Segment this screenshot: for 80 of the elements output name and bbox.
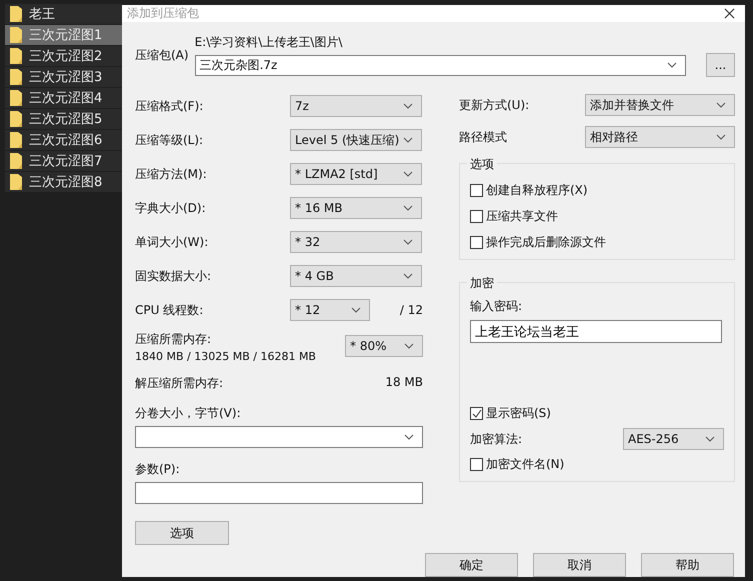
dropdown[interactable]: * 12 [290, 299, 370, 321]
dialog-button[interactable]: 确定 [425, 553, 518, 577]
file-item[interactable]: 三次元涩图3 [5, 67, 122, 87]
file-item[interactable]: 三次元涩图4 [5, 88, 122, 108]
folder-icon [9, 131, 23, 149]
chevron-down-icon [403, 273, 413, 279]
field-label: 分卷大小，字节(V): [135, 405, 242, 422]
checkbox[interactable]: 操作完成后删除源文件 [470, 234, 724, 251]
parameters-field[interactable] [135, 482, 423, 504]
field-label: 路径模式 [459, 128, 507, 146]
folder-icon [9, 5, 23, 23]
folder-icon [9, 110, 23, 128]
browse-button[interactable]: ... [706, 53, 735, 77]
folder-icon [9, 173, 23, 191]
folder-icon [9, 26, 23, 44]
chevron-down-icon [716, 134, 726, 140]
memory-usage: 1840 MB / 13025 MB / 16281 MB [135, 350, 316, 363]
chevron-down-icon [666, 62, 677, 68]
password-field[interactable]: 上老王论坛当老王 [470, 320, 722, 343]
dialog-button[interactable]: 取消 [533, 553, 626, 577]
archive-name-combo[interactable]: 三次元杂图.7z [194, 54, 686, 76]
dropdown[interactable]: 添加并替换文件 [585, 94, 735, 116]
field-label: 固实数据大小: [135, 268, 212, 284]
dropdown[interactable]: 7z [290, 95, 422, 117]
archive-path: E:\学习资料\上传老王\图片\ [194, 34, 344, 51]
field-label: 压缩包(A) [135, 47, 189, 64]
dialog-button[interactable]: 帮助 [641, 553, 734, 577]
dropdown[interactable]: * 16 MB [290, 197, 422, 219]
window-title: 添加到压缩包 [127, 5, 199, 22]
field-label: CPU 线程数: [135, 302, 204, 318]
close-icon[interactable] [724, 8, 735, 19]
memory-value: 18 MB [385, 375, 423, 391]
folder-icon [9, 68, 23, 86]
dropdown[interactable]: Level 5 (快速压缩) [290, 129, 422, 151]
field-label: 输入密码: [470, 298, 524, 315]
chevron-down-icon [705, 436, 715, 442]
dropdown[interactable]: * 32 [290, 231, 422, 253]
chevron-down-icon [404, 343, 414, 349]
field-label: 压缩等级(L): [135, 132, 204, 148]
dropdown[interactable]: * 4 GB [290, 265, 422, 287]
checkbox[interactable]: 显示密码(S) [470, 405, 724, 422]
file-item[interactable]: 三次元涩图7 [5, 151, 122, 171]
check-icon [472, 408, 482, 418]
file-item[interactable]: 三次元涩图1 [5, 25, 122, 45]
options-button[interactable]: 选项 [135, 521, 229, 545]
folder-icon [9, 89, 23, 107]
chevron-down-icon [351, 307, 361, 313]
folder-icon [9, 152, 23, 170]
field-label: 压缩方法(M): [135, 166, 208, 182]
field-label: 解压缩所需内存: [135, 375, 224, 392]
volume-size-combo[interactable] [135, 426, 423, 448]
file-item[interactable]: 三次元涩图5 [5, 109, 122, 129]
checkbox[interactable]: 压缩共享文件 [470, 208, 724, 225]
chevron-down-icon [403, 171, 413, 177]
folder-icon [9, 47, 23, 65]
chevron-down-icon [403, 239, 413, 245]
checkbox[interactable]: 创建自释放程序(X) [470, 182, 724, 199]
file-item[interactable]: 三次元涩图8 [5, 172, 122, 192]
thread-max: / 12 [400, 303, 423, 317]
chevron-down-icon [403, 205, 413, 211]
file-item[interactable]: 老王 [5, 4, 122, 24]
field-label: 加密算法: [470, 430, 522, 448]
dropdown[interactable]: AES-256 [623, 428, 724, 450]
checkbox[interactable]: 加密文件名(N) [470, 456, 724, 473]
field-label: 字典大小(D): [135, 200, 207, 216]
field-label: 压缩所需内存: [135, 331, 212, 348]
field-label: 更新方式(U): [459, 96, 530, 114]
chevron-down-icon [404, 434, 414, 440]
chevron-down-icon [716, 102, 726, 108]
dropdown[interactable]: 相对路径 [585, 126, 735, 148]
chevron-down-icon [403, 137, 413, 143]
field-label: 参数(P): [135, 461, 181, 478]
field-label: 单词大小(W): [135, 234, 210, 250]
chevron-down-icon [403, 103, 413, 109]
dropdown[interactable]: * 80% [345, 335, 423, 357]
field-label: 压缩格式(F): [135, 98, 204, 114]
file-item[interactable]: 三次元涩图2 [5, 46, 122, 66]
file-item[interactable]: 三次元涩图6 [5, 130, 122, 150]
dropdown[interactable]: * LZMA2 [std] [290, 163, 422, 185]
group-title: 选项 [467, 156, 497, 173]
